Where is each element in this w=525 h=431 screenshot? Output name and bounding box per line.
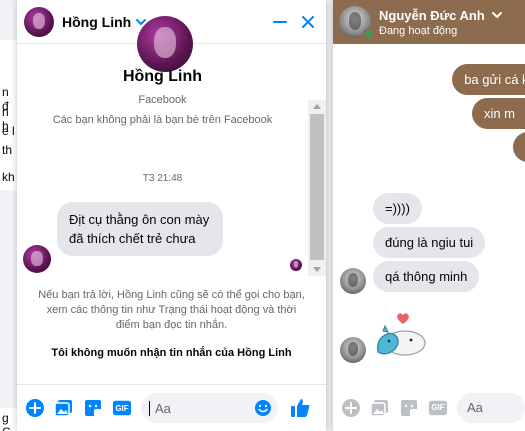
sticker-image[interactable]: [373, 306, 433, 360]
background-text: g C: [2, 411, 11, 431]
background-text: e l: [2, 124, 15, 138]
photo-icon: [370, 399, 388, 417]
background-bottom-card: g C: [0, 408, 17, 431]
minimize-button[interactable]: [271, 13, 289, 31]
scroll-down-arrow[interactable]: [308, 264, 326, 276]
plus-circle-icon: [342, 398, 360, 417]
background-text: th: [2, 143, 13, 157]
gif-button[interactable]: GIF: [428, 398, 448, 418]
active-status: Đang hoạt động: [379, 24, 458, 37]
chat-header: Nguyễn Đức Anh Đang hoạt động: [333, 0, 525, 44]
background-text: kh: [2, 170, 15, 184]
profile-subtitle: Facebook: [138, 94, 187, 106]
message-bubble-incoming[interactable]: =)))): [373, 193, 422, 224]
chat-window-hong-linh: Hồng Linh Hồng Linh Facebook Các bạn khô…: [17, 0, 326, 431]
message-bubble-outgoing[interactable]: [513, 132, 525, 162]
sender-avatar[interactable]: [340, 268, 366, 294]
scrollbar[interactable]: [308, 100, 326, 276]
contact-name[interactable]: Hồng Linh: [62, 14, 131, 30]
message-bubble-outgoing[interactable]: xin m: [471, 98, 525, 129]
gif-label: GIF: [431, 403, 445, 412]
chevron-down-icon[interactable]: [491, 9, 503, 21]
message-input[interactable]: Aa: [141, 393, 278, 423]
attach-photo-button[interactable]: [370, 398, 390, 418]
sender-avatar[interactable]: [23, 245, 51, 273]
chevron-up-icon: [313, 104, 321, 109]
avatar[interactable]: [24, 6, 54, 37]
emoji-icon[interactable]: [254, 399, 272, 417]
sticker-icon: [401, 399, 417, 416]
read-receipt-avatar: [290, 259, 302, 271]
close-button[interactable]: [299, 13, 317, 31]
message-request-notice: Nếu bạn trả lời, Hồng Linh cũng sẽ có th…: [38, 289, 305, 331]
more-actions-button[interactable]: [341, 398, 361, 418]
gif-label: GIF: [115, 403, 129, 413]
thumbs-up-icon: [291, 399, 310, 417]
message-input-placeholder: Aa: [467, 400, 483, 415]
more-actions-button[interactable]: [25, 398, 45, 418]
chat-window-nguyen-duc-anh: Nguyễn Đức Anh Đang hoạt động ba gửi cá …: [333, 0, 525, 431]
plus-circle-icon: [26, 399, 44, 417]
chevron-down-icon: [313, 267, 321, 272]
profile-note: Các bạn không phải là bạn bè trên Facebo…: [52, 114, 273, 126]
scroll-up-arrow[interactable]: [308, 100, 326, 112]
profile-avatar: [137, 16, 193, 72]
photo-icon: [54, 400, 72, 417]
like-button[interactable]: [290, 398, 310, 418]
message-composer: GIF Aa: [17, 384, 326, 431]
message-bubble-incoming[interactable]: đúng là ngiu tui: [373, 227, 486, 258]
message-input-placeholder: Aa: [155, 400, 171, 416]
minimize-icon: [273, 20, 287, 23]
scroll-thumb[interactable]: [310, 114, 324, 260]
message-composer: GIF Aa: [333, 384, 525, 431]
sticker-icon: [85, 400, 101, 416]
block-messages-link[interactable]: Tôi không muốn nhận tin nhắn của Hồng Li…: [17, 347, 326, 359]
sticker-button[interactable]: [399, 398, 419, 418]
close-icon: [302, 15, 314, 28]
profile-name: Hồng Linh: [122, 68, 203, 85]
sticker-button[interactable]: [83, 398, 103, 418]
message-timestamp: T3 21:48: [142, 173, 183, 184]
online-status-dot: [363, 28, 374, 39]
sender-avatar[interactable]: [340, 337, 366, 363]
message-input[interactable]: Aa: [457, 392, 525, 423]
message-bubble-incoming[interactable]: Địt cụ thằng ôn con mày đã thích chết tr…: [57, 202, 223, 256]
message-bubble-outgoing[interactable]: ba gửi cá khô: [452, 64, 525, 95]
gif-button[interactable]: GIF: [112, 398, 132, 418]
background-post-card: n đ n h e l th kh: [0, 40, 17, 190]
message-bubble-incoming[interactable]: qá thông minh: [373, 261, 480, 292]
contact-name[interactable]: Nguyễn Đức Anh: [379, 8, 485, 23]
attach-photo-button[interactable]: [54, 398, 74, 418]
message-thread: Hồng Linh Facebook Các bạn không phải là…: [17, 16, 308, 280]
